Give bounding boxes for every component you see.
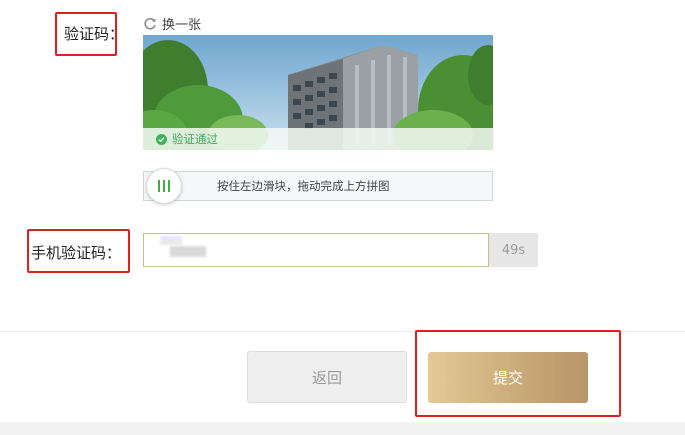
refresh-icon: [144, 17, 156, 29]
captcha-image: 验证通过: [143, 35, 493, 150]
captcha-label: 验证码：: [64, 25, 125, 43]
sms-label: 手机验证码：: [31, 244, 122, 262]
slider-hint: 按住左边滑块，拖动完成上方拼图: [217, 179, 390, 193]
slider-handle[interactable]: [146, 168, 182, 204]
submit-button[interactable]: 提交: [428, 352, 588, 403]
verified-text: 验证通过: [172, 132, 218, 146]
blurred-value: [160, 236, 182, 245]
back-button[interactable]: 返回: [247, 351, 407, 403]
slider-track: 按住左边滑块，拖动完成上方拼图: [143, 171, 493, 201]
refresh-label: 换一张: [162, 18, 202, 33]
blurred-value: [170, 246, 206, 257]
resend-countdown: 49s: [489, 233, 538, 267]
grip-icon: [158, 180, 160, 192]
check-icon: [156, 133, 167, 145]
refresh-captcha-link[interactable]: 换一张: [143, 14, 201, 33]
bottom-bar: [0, 422, 685, 435]
verified-status: 验证通过: [143, 128, 493, 150]
